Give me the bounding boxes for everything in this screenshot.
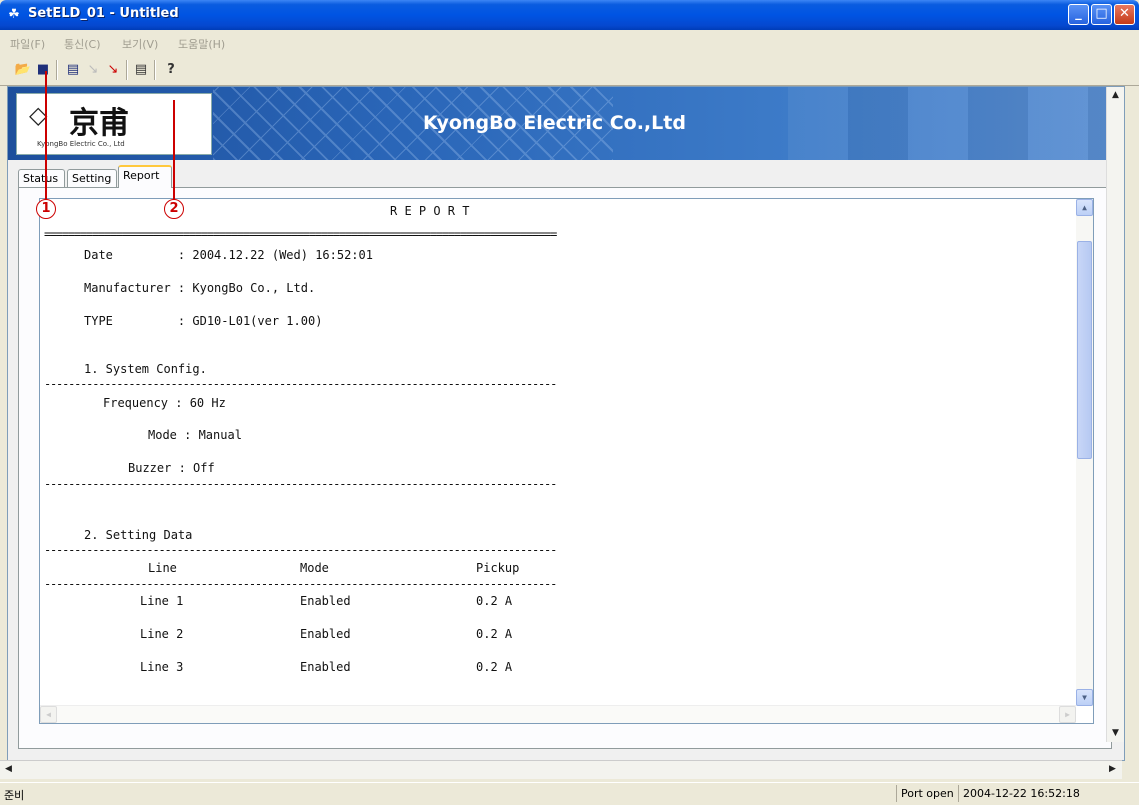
- main-vertical-scrollbar[interactable]: ▲ ▼: [1106, 87, 1124, 742]
- callout-leader-1: [45, 71, 47, 201]
- scroll-right-icon[interactable]: ▶: [1059, 706, 1076, 723]
- single-rule: ----------------------------------------…: [44, 477, 557, 491]
- table-row-cell: Line 1: [140, 594, 184, 608]
- menu-file[interactable]: 파일(F): [10, 36, 45, 52]
- callout-2: 2: [164, 199, 184, 219]
- manufacturer-line: Manufacturer : KyongBo Co., Ltd.: [84, 281, 316, 295]
- logo-emblem-icon: ◇: [29, 101, 48, 129]
- table-row-cell: Enabled: [300, 660, 351, 674]
- help-icon[interactable]: ?: [162, 61, 180, 79]
- tab-setting[interactable]: Setting: [67, 169, 117, 187]
- menu-help[interactable]: 도움말(H): [178, 36, 225, 52]
- callout-leader-2: [173, 100, 175, 201]
- status-ready: 준비: [4, 789, 25, 802]
- scroll-left-icon[interactable]: ◀: [40, 706, 57, 723]
- minimize-button[interactable]: _: [1068, 4, 1089, 25]
- report-title: R E P O R T: [390, 204, 470, 218]
- scroll-up-icon[interactable]: ▲: [1107, 87, 1124, 104]
- scroll-right-icon[interactable]: ▶: [1104, 761, 1121, 778]
- table-row-cell: Line 2: [140, 627, 184, 641]
- toolbar: 📂 ■ ▤ ↘ ↘ ▤ ?: [0, 55, 1139, 86]
- scroll-down-icon[interactable]: ▼: [1076, 689, 1093, 706]
- scroll-thumb[interactable]: [1077, 241, 1092, 459]
- window-title: SetELD_01 - Untitled: [28, 6, 179, 21]
- connect-icon[interactable]: ▤: [64, 61, 82, 79]
- menu-bar: 파일(F) 통신(C) 보기(V) 도움말(H): [0, 30, 1139, 55]
- table-row-cell: Enabled: [300, 594, 351, 608]
- port-status: Port open: [896, 785, 958, 802]
- scroll-down-icon[interactable]: ▼: [1107, 725, 1124, 742]
- table-row-cell: 0.2 A: [476, 660, 513, 674]
- table-row-cell: 0.2 A: [476, 594, 513, 608]
- table-header-pickup: Pickup: [476, 561, 520, 575]
- close-button[interactable]: ✕: [1114, 4, 1135, 25]
- table-row-cell: Enabled: [300, 627, 351, 641]
- section-system-config: 1. System Config.: [84, 362, 207, 376]
- table-header-line: Line: [148, 561, 177, 575]
- tab-status[interactable]: Status: [18, 169, 65, 187]
- company-banner: ◇ 京甫 KyongBo Electric Co., Ltd KyongBo E…: [8, 87, 1124, 160]
- report-tab-page: R E P O R T ============================…: [18, 187, 1112, 749]
- type-line: TYPE : GD10-L01(ver 1.00): [84, 314, 323, 328]
- status-bar: 준비 Port open 2004-12-22 16:52:18: [0, 782, 1139, 805]
- status-datetime: 2004-12-22 16:52:18: [958, 785, 1084, 802]
- double-rule: ========================================…: [44, 227, 557, 241]
- single-rule: ----------------------------------------…: [44, 543, 557, 557]
- disconnect-icon[interactable]: ↘: [84, 61, 102, 79]
- tab-report[interactable]: Report: [118, 165, 172, 188]
- scroll-up-icon[interactable]: ▲: [1076, 199, 1093, 216]
- buzzer-line: Buzzer : Off: [128, 461, 215, 475]
- table-row-cell: 0.2 A: [476, 627, 513, 641]
- callout-1: 1: [36, 199, 56, 219]
- mode-line: Mode : Manual: [148, 428, 242, 442]
- table-row-cell: Line 3: [140, 660, 184, 674]
- app-icon: ☘: [8, 7, 20, 22]
- title-bar[interactable]: ☘ SetELD_01 - Untitled _ □ ✕: [0, 0, 1139, 30]
- menu-comm[interactable]: 통신(C): [64, 36, 101, 52]
- single-rule: ----------------------------------------…: [44, 377, 557, 391]
- single-rule: ----------------------------------------…: [44, 577, 557, 591]
- maximize-button[interactable]: □: [1091, 4, 1112, 25]
- frequency-line: Frequency : 60 Hz: [103, 396, 226, 410]
- section-setting-data: 2. Setting Data: [84, 528, 193, 542]
- send-icon[interactable]: ↘: [104, 61, 122, 79]
- date-line: Date : 2004.12.22 (Wed) 16:52:01: [84, 248, 373, 262]
- report-vertical-scrollbar[interactable]: ▲ ▼: [1076, 199, 1093, 706]
- report-icon[interactable]: ▤: [132, 61, 150, 79]
- open-folder-icon[interactable]: 📂: [14, 61, 32, 79]
- table-header-mode: Mode: [300, 561, 329, 575]
- report-textbox[interactable]: R E P O R T ============================…: [39, 198, 1094, 724]
- save-disk-icon[interactable]: ■: [34, 61, 52, 79]
- logo-cjk-text: 京甫: [69, 106, 129, 141]
- menu-view[interactable]: 보기(V): [122, 36, 158, 52]
- logo-subtitle: KyongBo Electric Co., Ltd: [37, 140, 125, 148]
- report-horizontal-scrollbar[interactable]: ◀ ▶: [40, 705, 1076, 723]
- scroll-left-icon[interactable]: ◀: [0, 761, 17, 778]
- main-horizontal-scrollbar[interactable]: ◀ ▶: [0, 760, 1122, 779]
- company-name: KyongBo Electric Co.,Ltd: [423, 112, 686, 134]
